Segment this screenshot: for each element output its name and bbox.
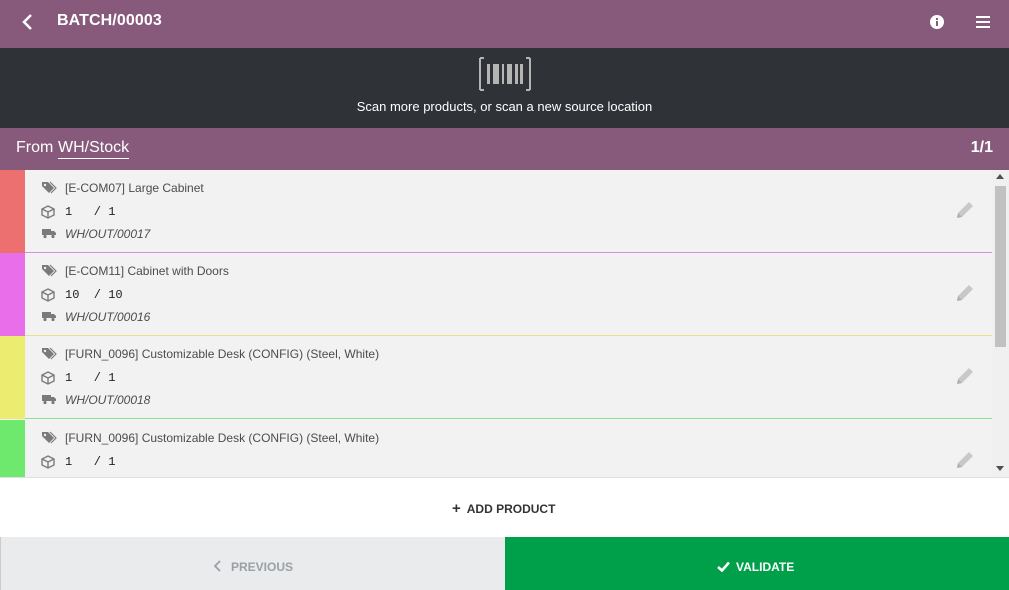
validate-label: VALIDATE	[736, 560, 795, 574]
package-icon	[41, 455, 55, 469]
quantity-value: 1 / 1	[65, 205, 116, 219]
tags-icon	[42, 347, 57, 360]
line-divider	[25, 418, 992, 419]
picking-reference: WH/OUT/00016	[65, 310, 151, 324]
scroll-up-arrow-icon[interactable]	[996, 174, 1004, 179]
truck-icon	[42, 312, 56, 322]
product-name: [FURN_0096] Customizable Desk (CONFIG) (…	[65, 431, 380, 445]
source-location-link[interactable]: WH/Stock	[58, 139, 130, 159]
plus-icon: +	[452, 500, 461, 517]
previous-label: PREVIOUS	[231, 560, 294, 574]
package-icon	[41, 205, 55, 219]
footer-actions: PREVIOUS VALIDATE	[0, 537, 1009, 590]
barcode-icon	[479, 57, 531, 91]
scrollbar[interactable]	[992, 170, 1009, 477]
line-color-stripe	[0, 420, 25, 477]
move-lines-list: [E-COM07] Large Cabinet 1 / 1 WH/OUT/000…	[0, 170, 992, 477]
scroll-down-arrow-icon[interactable]	[996, 466, 1004, 471]
add-product-area: + ADD PRODUCT	[0, 477, 1009, 538]
tags-icon	[42, 431, 57, 444]
pencil-icon[interactable]	[953, 198, 977, 222]
package-icon	[41, 371, 55, 385]
pencil-icon[interactable]	[953, 364, 977, 388]
add-product-label: ADD PRODUCT	[466, 502, 556, 516]
scan-message: Scan more products, or scan a new source…	[356, 99, 653, 114]
move-line[interactable]: [FURN_0096] Customizable Desk (CONFIG) (…	[0, 420, 992, 477]
move-line[interactable]: [E-COM07] Large Cabinet 1 / 1 WH/OUT/000…	[0, 170, 992, 253]
validate-button[interactable]: VALIDATE	[505, 537, 1009, 590]
pencil-icon[interactable]	[953, 281, 977, 305]
top-bar: BATCH/00003	[0, 0, 1009, 48]
location-bar: From WH/Stock 1/1	[0, 128, 1009, 170]
package-icon	[41, 288, 55, 302]
quantity-value: 1 / 1	[65, 371, 116, 385]
line-color-stripe	[0, 170, 25, 253]
picking-reference: WH/OUT/00018	[65, 393, 151, 407]
chevron-left-icon[interactable]	[18, 12, 38, 32]
quantity-value: 1 / 1	[65, 455, 116, 469]
hamburger-menu-icon[interactable]	[975, 14, 991, 30]
move-line[interactable]: [E-COM11] Cabinet with Doors 10 / 10 WH/…	[0, 253, 992, 336]
tags-icon	[42, 264, 57, 277]
tags-icon	[42, 181, 57, 194]
chevron-left-icon	[213, 560, 221, 572]
truck-icon	[42, 229, 56, 239]
previous-button[interactable]: PREVIOUS	[0, 537, 505, 590]
quantity-value: 10 / 10	[65, 288, 123, 302]
line-color-stripe	[0, 253, 25, 336]
scan-area: Scan more products, or scan a new source…	[0, 48, 1009, 128]
product-name: [E-COM11] Cabinet with Doors	[65, 264, 229, 278]
line-color-stripe	[0, 336, 25, 419]
product-name: [E-COM07] Large Cabinet	[65, 181, 204, 195]
scrollbar-thumb[interactable]	[995, 186, 1006, 347]
location-page-counter: 1/1	[970, 139, 993, 156]
move-line[interactable]: [FURN_0096] Customizable Desk (CONFIG) (…	[0, 336, 992, 419]
picking-reference: WH/OUT/00017	[65, 227, 151, 241]
page-title: BATCH/00003	[57, 12, 162, 29]
truck-icon	[42, 395, 56, 405]
add-product-button[interactable]: + ADD PRODUCT	[452, 500, 555, 517]
product-name: [FURN_0096] Customizable Desk (CONFIG) (…	[65, 347, 380, 361]
check-icon	[717, 561, 730, 573]
pencil-icon[interactable]	[953, 448, 977, 472]
from-label: From	[16, 139, 54, 156]
info-icon[interactable]	[929, 14, 945, 30]
